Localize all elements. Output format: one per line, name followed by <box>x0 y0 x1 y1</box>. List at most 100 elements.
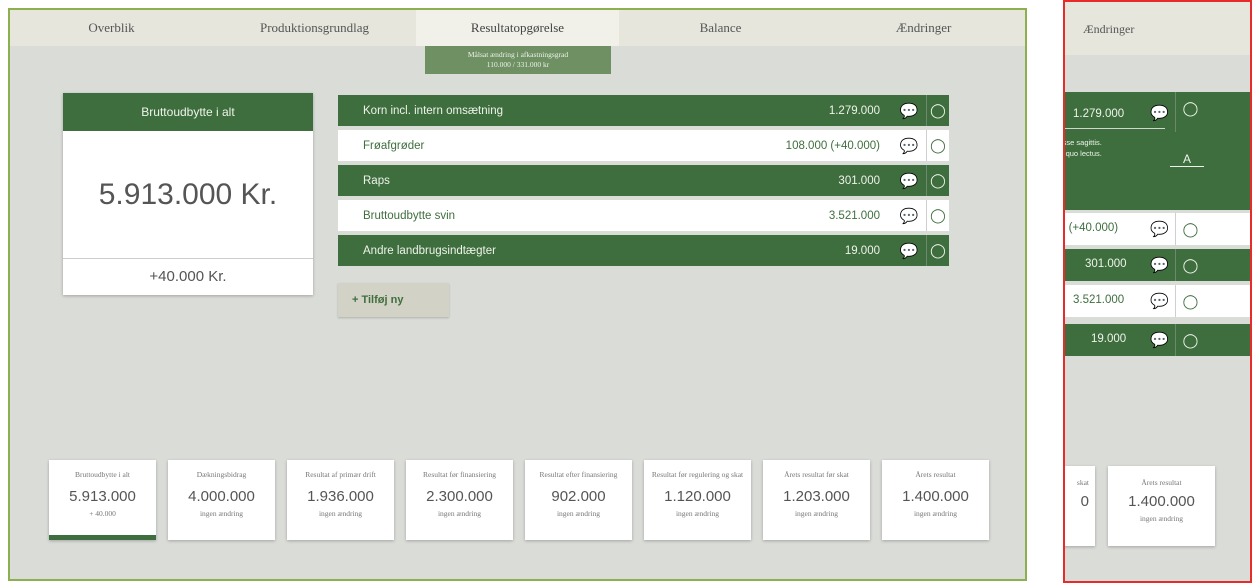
income-row-label: Raps <box>363 174 390 187</box>
income-row[interactable]: 19.000 💬 ◯ <box>1065 324 1250 356</box>
summary-card-value: 1.203.000 <box>783 488 850 505</box>
income-row-value: 108.000 (+40.000) <box>785 139 880 152</box>
summary-card-value: 1.936.000 <box>307 488 374 505</box>
zoom-tab-aendringer[interactable]: Ændringer <box>1083 22 1134 37</box>
income-row-label: Frøafgrøder <box>363 139 425 152</box>
comment-icon[interactable]: 💬 <box>1150 104 1169 123</box>
summary-card-value: 5.913.000 <box>69 488 136 505</box>
tab-overblik[interactable]: Overblik <box>10 10 213 46</box>
target-badge-value: 110.000 / 331.000 kr <box>486 60 550 69</box>
summary-card[interactable]: Bruttoudbytte i alt 5.913.000 + 40.000 <box>49 460 156 540</box>
summary-card-delta: ingen ændring <box>913 509 958 518</box>
lightbulb-icon[interactable]: ◯ <box>926 200 949 231</box>
summary-card-delta: ingen ændring <box>318 509 363 518</box>
summary-card-title: Årets resultat før skat <box>784 469 849 479</box>
font-format-button[interactable]: A <box>1170 152 1204 167</box>
tab-balance[interactable]: Balance <box>619 10 822 46</box>
underline-divider <box>1065 128 1165 129</box>
summary-card-delta: ingen ændring <box>675 509 720 518</box>
summary-card-title: skat <box>1076 478 1089 487</box>
income-row[interactable]: Bruttoudbytte svin 3.521.000 💬 ◯ <box>338 200 949 231</box>
lightbulb-icon[interactable]: ◯ <box>1175 285 1205 317</box>
main-frame: Overblik Produktionsgrundlag Resultatopg… <box>8 8 1027 581</box>
lightbulb-icon[interactable]: ◯ <box>1175 324 1205 356</box>
summary-card[interactable]: Dækningsbidrag 4.000.000 ingen ændring <box>168 460 275 540</box>
tab-produktionsgrundlag[interactable]: Produktionsgrundlag <box>213 10 416 46</box>
income-row-label: Korn incl. intern omsætning <box>363 104 503 117</box>
summary-card[interactable]: Resultat efter finansiering 902.000 inge… <box>525 460 632 540</box>
income-row-value: 19.000 <box>1091 333 1127 345</box>
summary-card[interactable]: Resultat før finansiering 2.300.000 inge… <box>406 460 513 540</box>
summary-card-delta: ingen ændring <box>437 509 482 518</box>
summary-card-title: Bruttoudbytte i alt <box>75 469 130 479</box>
income-row-value: 3.521.000 <box>1073 294 1125 306</box>
total-card: Bruttoudbytte i alt 5.913.000 Kr. +40.00… <box>63 93 313 295</box>
lightbulb-icon[interactable]: ◯ <box>1175 249 1205 281</box>
summary-card[interactable]: Årets resultat 1.400.000 ingen ændring <box>882 460 989 540</box>
comment-icon[interactable]: 💬 <box>1150 331 1169 349</box>
summary-card-value: 1.400.000 <box>902 488 969 505</box>
income-row[interactable]: Frøafgrøder 108.000 (+40.000) 💬 ◯ <box>338 130 949 161</box>
lightbulb-icon[interactable]: ◯ <box>926 130 949 161</box>
income-row-value: 301.000 <box>1085 258 1127 270</box>
income-row-label: Andre landbrugsindtægter <box>363 244 496 257</box>
comment-icon[interactable]: 💬 <box>1150 292 1169 310</box>
summary-card-delta: ingen ændring <box>794 509 839 518</box>
lightbulb-icon[interactable]: ◯ <box>926 165 949 196</box>
comment-icon[interactable]: 💬 <box>892 242 926 260</box>
zoom-tab-bar: Ændringer <box>1065 2 1250 55</box>
tab-bar: Overblik Produktionsgrundlag Resultatopg… <box>10 10 1025 46</box>
summary-card[interactable]: Årets resultat 1.400.000 ingen ændring <box>1108 466 1215 546</box>
summary-card-value: 1.120.000 <box>664 488 731 505</box>
lightbulb-icon[interactable]: ◯ <box>1175 213 1205 245</box>
summary-card[interactable]: Årets resultat før skat 1.203.000 ingen … <box>763 460 870 540</box>
comment-icon[interactable]: 💬 <box>1150 220 1169 238</box>
summary-card-value: 1.400.000 <box>1128 493 1195 510</box>
summary-card-title: Resultat før regulering og skat <box>651 469 744 479</box>
expanded-row: 1.279.000 💬 ◯ isse sagittis. r quo lectu… <box>1065 92 1250 210</box>
tab-resultatopgorelse[interactable]: Resultatopgørelse <box>416 10 619 46</box>
summary-card[interactable]: Resultat af primær drift 1.936.000 ingen… <box>287 460 394 540</box>
summary-card-delta: ingen ændring <box>556 509 601 518</box>
note-text: isse sagittis. <box>1063 138 1102 147</box>
income-row[interactable]: Andre landbrugsindtægter 19.000 💬 ◯ <box>338 235 949 266</box>
summary-card[interactable]: Resultat før regulering og skat 1.120.00… <box>644 460 751 540</box>
comment-icon[interactable]: 💬 <box>1150 256 1169 274</box>
zoomed-detail-panel: Ændringer 1.279.000 💬 ◯ isse sagittis. r… <box>1063 0 1252 583</box>
income-row[interactable]: Raps 301.000 💬 ◯ <box>338 165 949 196</box>
note-text: r quo lectus. <box>1063 149 1102 158</box>
lightbulb-icon[interactable]: ◯ <box>926 95 949 126</box>
income-row-value: 3.521.000 <box>828 209 880 222</box>
income-row[interactable]: 301.000 💬 ◯ <box>1065 249 1250 281</box>
income-row-value: 301.000 <box>838 174 880 187</box>
target-badge-label: Målsat ændring i afkastningsgrad <box>467 50 569 59</box>
summary-card-title: Dækningsbidrag <box>196 469 247 479</box>
income-row[interactable]: 3.521.000 💬 ◯ <box>1065 285 1250 317</box>
total-card-delta: +40.000 Kr. <box>149 268 227 285</box>
comment-icon[interactable]: 💬 <box>892 172 926 190</box>
total-card-value: 5.913.000 Kr. <box>63 131 313 259</box>
summary-card-title: Årets resultat <box>915 469 956 479</box>
income-row-value: 19.000 <box>844 244 880 257</box>
lightbulb-icon[interactable]: ◯ <box>926 235 949 266</box>
comment-icon[interactable]: 💬 <box>892 137 926 155</box>
income-row[interactable]: Korn incl. intern omsætning 1.279.000 💬 … <box>338 95 949 126</box>
summary-card-delta: ingen ændring <box>1139 514 1184 523</box>
summary-card-delta: ingen ændring <box>199 509 244 518</box>
tab-aendringer[interactable]: Ændringer <box>822 10 1025 46</box>
summary-card-value: 2.300.000 <box>426 488 493 505</box>
income-row-value: 0 (+40.000) <box>1063 222 1119 234</box>
comment-icon[interactable]: 💬 <box>892 207 926 225</box>
summary-card-title: Resultat efter finansiering <box>539 469 618 479</box>
summary-card-partial[interactable]: skat 0 <box>1065 466 1095 546</box>
summary-card-delta: + 40.000 <box>89 509 116 518</box>
expanded-row-value: 1.279.000 <box>1073 108 1125 120</box>
summary-card-value: 902.000 <box>551 488 606 505</box>
income-row-label: Bruttoudbytte svin <box>363 209 456 222</box>
income-row[interactable]: 0 (+40.000) 💬 ◯ <box>1065 213 1250 245</box>
income-row-value: 1.279.000 <box>828 104 880 117</box>
comment-icon[interactable]: 💬 <box>892 102 926 120</box>
add-new-button[interactable]: + Tilføj ny <box>338 283 449 317</box>
summary-card-value: 4.000.000 <box>188 488 255 505</box>
lightbulb-icon[interactable]: ◯ <box>1175 92 1205 132</box>
